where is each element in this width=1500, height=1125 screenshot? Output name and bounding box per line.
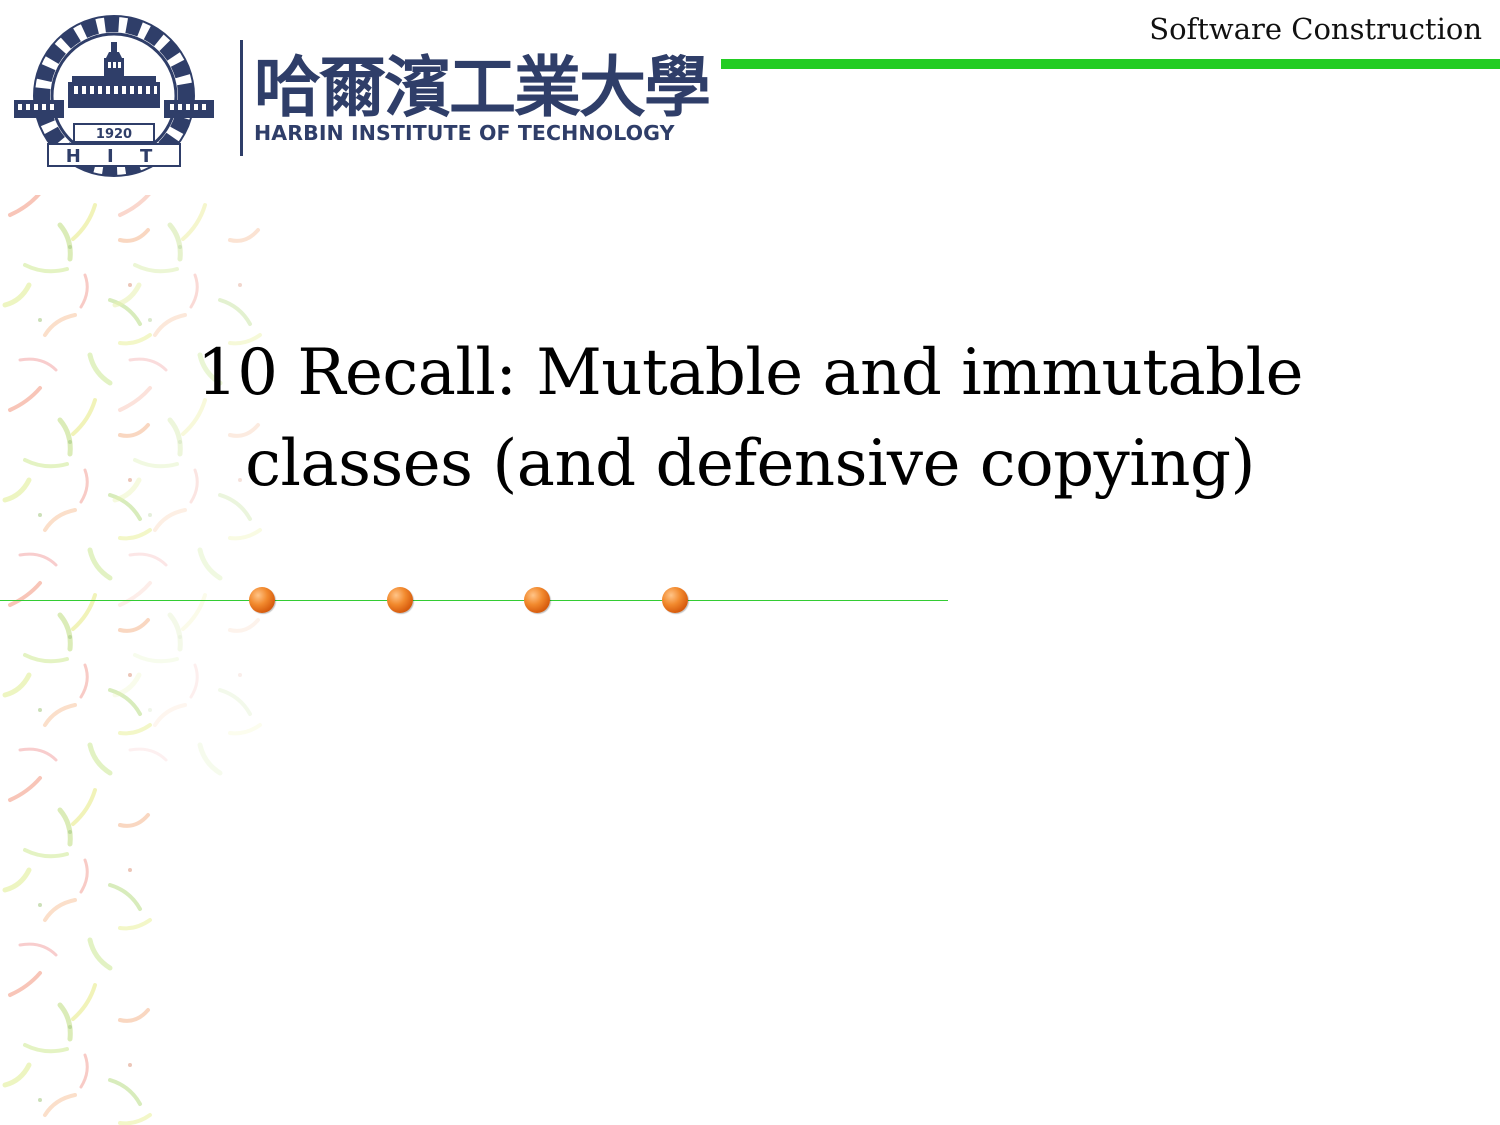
slide-title: 10 Recall: Mutable and immutable classes… [150,328,1350,510]
logo-year: 1920 [96,127,132,142]
logo-divider [240,40,243,156]
hit-emblem-icon: 1920 H I T [14,15,214,177]
slide-title-line-1: 10 Recall: Mutable and immutable [197,336,1303,410]
divider-dot [387,587,413,613]
slide-title-line-2: classes (and defensive copying) [245,427,1255,501]
title-divider-line [0,600,948,601]
course-name: Software Construction [1149,12,1482,46]
header-rule [721,59,1500,69]
divider-dot [662,587,688,613]
institution-name-cn-text: 哈爾濱工業大學 [254,48,709,126]
institution-name-cn: 哈爾濱工業大學 [254,48,711,126]
hit-logo: 1920 H I T [12,14,216,180]
institution-name-en: HARBIN INSTITUTE OF TECHNOLOGY [254,121,675,145]
divider-dot [524,587,550,613]
logo-letters: H I T [66,146,163,167]
divider-dot [249,587,275,613]
